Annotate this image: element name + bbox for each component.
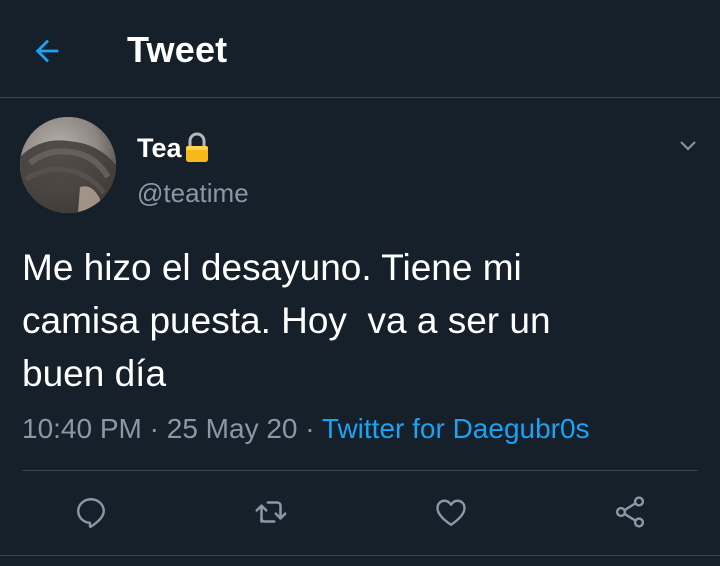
tweet-text: Me hizo el desayuno. Tiene mi camisa pue…: [22, 247, 551, 394]
like-button[interactable]: [431, 492, 471, 532]
lock-icon: [184, 132, 210, 164]
retweet-icon: [255, 501, 287, 523]
tweet-detail-screen: Tweet Tea @teatime Me hizo el desayuno. …: [0, 0, 720, 566]
page-title: Tweet: [127, 29, 228, 70]
reply-button[interactable]: [71, 492, 111, 532]
reply-icon: [77, 498, 105, 529]
retweet-button[interactable]: [251, 492, 291, 532]
divider: [0, 555, 720, 556]
chevron-down-icon: [680, 141, 696, 151]
meta-separator: ·: [297, 413, 322, 444]
meta-separator: ·: [141, 413, 167, 444]
more-options-button[interactable]: [672, 130, 704, 162]
header-bar: Tweet: [0, 0, 720, 98]
back-button[interactable]: [22, 26, 72, 76]
author-name-row[interactable]: Tea: [137, 130, 210, 166]
share-icon: [615, 496, 645, 528]
arrow-left-icon: [35, 39, 59, 63]
tweet-meta: 10:40 PM · 25 May 20 · Twitter for Daegu…: [22, 413, 590, 445]
author-name: Tea: [137, 132, 182, 163]
tweet-date: 25 May 20: [166, 413, 298, 444]
avatar-image: [20, 117, 116, 213]
author-handle: @teatime: [137, 178, 249, 208]
tweet-source-link[interactable]: Twitter for Daegubr0s: [322, 413, 590, 444]
heart-icon: [436, 499, 466, 526]
divider: [22, 470, 698, 471]
avatar[interactable]: [20, 117, 116, 213]
tweet-time: 10:40 PM: [22, 413, 142, 444]
share-button[interactable]: [610, 492, 650, 532]
